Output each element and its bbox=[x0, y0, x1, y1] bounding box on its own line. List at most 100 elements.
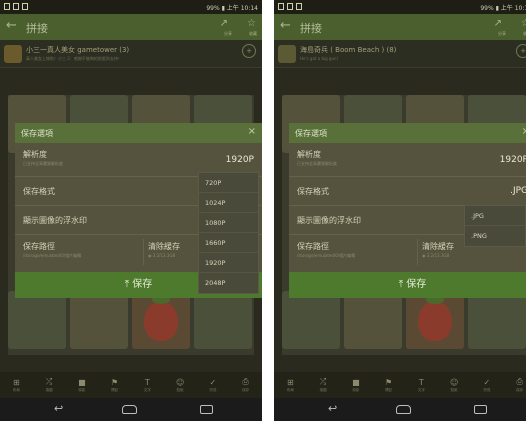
toolbar-label: 文字 bbox=[143, 387, 151, 392]
nav-recents-icon[interactable] bbox=[200, 405, 213, 414]
bottom-toolbar: ⊞ 布局 ⤮ 換圖 ■ 錄影 ⚑ 標記 T 文字 ☺ 貼紙 ✓ 完成 ⎙ 保存 bbox=[274, 372, 526, 398]
screenshot-divider bbox=[262, 0, 274, 421]
nav-home-icon[interactable] bbox=[122, 405, 137, 414]
favorite-icon[interactable]: ☆ bbox=[247, 18, 256, 29]
photo-tile[interactable] bbox=[468, 291, 526, 349]
status-text: 99% ▮ 上午 10:14 bbox=[480, 5, 526, 12]
toolbar-label: 換圖 bbox=[319, 388, 327, 392]
resolution-label: 解析度 bbox=[23, 150, 47, 159]
resolution-subtext: 已支持全高畫質解析度 bbox=[23, 161, 63, 166]
toolbar-item[interactable]: ■ 錄影 bbox=[342, 378, 370, 393]
toolbar-item[interactable]: T 文字 bbox=[407, 378, 435, 393]
path-value: /storage/emulated/0/相片編輯 bbox=[23, 253, 82, 258]
plus-icon[interactable]: + bbox=[242, 44, 256, 58]
photo-tile[interactable] bbox=[194, 291, 252, 349]
notification-icons bbox=[278, 3, 302, 10]
toolbar-label: 錄影 bbox=[78, 387, 86, 392]
notification-icon bbox=[278, 3, 284, 10]
dropdown-option[interactable]: 1920P bbox=[199, 253, 258, 273]
dialog-title: 保存選項 bbox=[21, 129, 53, 138]
toolbar-label: 換圖 bbox=[45, 388, 53, 392]
toolbar-item[interactable]: ⤮ 換圖 bbox=[35, 377, 63, 393]
share-label: 分享 bbox=[498, 31, 506, 36]
record-icon: ■ bbox=[78, 377, 86, 387]
toolbar-label: 完成 bbox=[483, 387, 491, 392]
game-avatar bbox=[278, 45, 296, 63]
back-arrow-icon[interactable]: ← bbox=[6, 18, 17, 33]
watermark-label: 顯示圖像的浮水印 bbox=[23, 216, 87, 225]
notification-icon bbox=[22, 3, 28, 10]
nav-recents-icon[interactable] bbox=[474, 405, 487, 414]
path-label: 保存路徑 bbox=[297, 242, 329, 251]
toolbar-label: 貼紙 bbox=[176, 387, 184, 392]
resolution-value[interactable]: 1920P bbox=[500, 155, 526, 165]
save-icon: ⎙ bbox=[242, 377, 249, 386]
dropdown-option[interactable]: 2048P bbox=[199, 273, 258, 293]
status-bar: 99% ▮ 上午 10:14 bbox=[274, 0, 526, 14]
game-title: 小三一真人美女 gametower (3) bbox=[26, 46, 130, 54]
clear-cache-label[interactable]: 清除緩存 bbox=[422, 241, 454, 252]
format-option[interactable]: 保存格式 .JPG bbox=[289, 177, 526, 206]
close-icon[interactable]: × bbox=[248, 126, 256, 137]
toolbar-item[interactable]: ✓ 完成 bbox=[473, 378, 501, 393]
format-value[interactable]: .JPG bbox=[510, 186, 526, 196]
clear-cache-label[interactable]: 清除緩存 bbox=[148, 241, 180, 252]
photo-tile[interactable] bbox=[406, 291, 464, 349]
toolbar-item[interactable]: ⚑ 標記 bbox=[101, 378, 129, 393]
dropdown-option[interactable]: 720P bbox=[199, 173, 258, 193]
check-icon: ✓ bbox=[483, 377, 491, 387]
back-arrow-icon[interactable]: ← bbox=[280, 18, 291, 33]
dropdown-option[interactable]: 1660P bbox=[199, 233, 258, 253]
notification-icon bbox=[13, 3, 19, 10]
close-icon[interactable]: × bbox=[522, 126, 526, 137]
nav-back-icon[interactable]: ↩ bbox=[328, 402, 337, 415]
sticker-icon: ☺ bbox=[175, 377, 185, 387]
game-info-row[interactable]: 海島奇兵 ( Boom Beach ) (8) He's got a big g… bbox=[274, 40, 526, 68]
nav-home-icon[interactable] bbox=[396, 405, 411, 414]
toolbar-item[interactable]: ☺ 貼紙 bbox=[166, 378, 194, 393]
record-icon: ■ bbox=[352, 377, 360, 387]
photo-tile[interactable] bbox=[70, 291, 128, 349]
photo-tile[interactable] bbox=[344, 291, 402, 349]
resolution-label: 解析度 bbox=[297, 150, 321, 159]
system-nav-bar: ↩ bbox=[0, 398, 262, 421]
favorite-icon[interactable]: ☆ bbox=[521, 18, 526, 29]
dropdown-option[interactable]: .JPG bbox=[465, 206, 525, 226]
toolbar-item[interactable]: ⎙ 保存 bbox=[232, 377, 260, 393]
option-separator bbox=[143, 239, 144, 265]
resolution-option[interactable]: 解析度 已支持全高畫質解析度 1920P bbox=[289, 143, 526, 177]
nav-back-icon[interactable]: ↩ bbox=[54, 402, 63, 415]
dialog-title: 保存選項 bbox=[295, 129, 327, 138]
game-info-row[interactable]: 小三一真人美女 gametower (3) 真人美女上線啦！小三 2：感謝不後悔… bbox=[0, 40, 262, 68]
shuffle-icon: ⤮ bbox=[319, 377, 327, 386]
page-title: 拼接 bbox=[26, 22, 48, 35]
toolbar-item[interactable]: ☺ 貼紙 bbox=[440, 378, 468, 393]
app-bar: ← 拼接 ↗ 分享 ☆ 收藏 bbox=[274, 14, 526, 40]
dropdown-option[interactable]: 1024P bbox=[199, 193, 258, 213]
save-icon: ⎙ bbox=[516, 377, 523, 386]
notification-icon bbox=[287, 3, 293, 10]
toolbar-item[interactable]: ⤮ 換圖 bbox=[309, 377, 337, 393]
photo-tile[interactable] bbox=[282, 291, 340, 349]
dropdown-option[interactable]: 1080P bbox=[199, 213, 258, 233]
page-title: 拼接 bbox=[300, 22, 322, 35]
toolbar-item[interactable]: ⊞ 布局 bbox=[2, 378, 30, 393]
photo-tile[interactable] bbox=[132, 291, 190, 349]
toolbar-item[interactable]: ⚑ 標記 bbox=[375, 378, 403, 393]
share-icon[interactable]: ↗ bbox=[494, 18, 502, 29]
toolbar-item[interactable]: ⊞ 布局 bbox=[276, 378, 304, 393]
photo-tile[interactable] bbox=[8, 291, 66, 349]
share-icon[interactable]: ↗ bbox=[220, 18, 228, 29]
toolbar-item[interactable]: ⎙ 保存 bbox=[506, 377, 526, 393]
resolution-value[interactable]: 1920P bbox=[226, 155, 254, 165]
bottom-toolbar: ⊞ 布局 ⤮ 換圖 ■ 錄影 ⚑ 標記 T 文字 ☺ 貼紙 ✓ 完成 ⎙ 保存 bbox=[0, 372, 262, 398]
toolbar-item[interactable]: ✓ 完成 bbox=[199, 378, 227, 393]
format-dropdown: .JPG .PNG bbox=[464, 205, 526, 247]
plus-icon[interactable]: + bbox=[516, 44, 526, 58]
cache-size: ◉ 3.2/13.3GB bbox=[422, 253, 450, 258]
toolbar-item[interactable]: ■ 錄影 bbox=[68, 378, 96, 393]
toolbar-label: 標記 bbox=[385, 387, 393, 392]
save-button[interactable]: ⤒ 保存 bbox=[289, 272, 526, 298]
toolbar-item[interactable]: T 文字 bbox=[133, 378, 161, 393]
dropdown-option[interactable]: .PNG bbox=[465, 226, 525, 246]
